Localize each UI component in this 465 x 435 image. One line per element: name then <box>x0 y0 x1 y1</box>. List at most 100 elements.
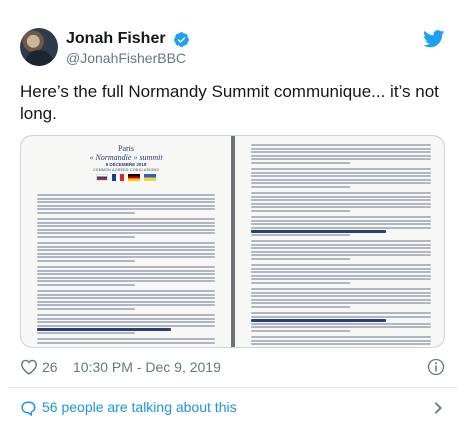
text-line <box>251 322 431 325</box>
text-line <box>37 276 215 279</box>
text-line <box>251 312 431 314</box>
text-line <box>251 247 431 250</box>
section-heading-line <box>37 328 171 331</box>
text-line <box>37 201 215 204</box>
text-line <box>37 266 215 268</box>
comment-icon <box>21 401 36 417</box>
text-line <box>251 168 431 170</box>
text-line <box>37 256 215 259</box>
author-display-name[interactable]: Jonah Fisher <box>66 30 166 48</box>
avatar[interactable] <box>20 28 58 66</box>
text-line <box>37 341 215 344</box>
text-line <box>37 212 135 214</box>
info-icon[interactable] <box>427 358 445 376</box>
text-line <box>37 273 215 276</box>
text-line <box>37 204 215 207</box>
text-line <box>37 242 215 244</box>
author-names[interactable]: Jonah Fisher @JonahFisherBBC <box>66 30 190 66</box>
text-line <box>251 175 431 178</box>
text-line <box>37 321 215 324</box>
heart-icon[interactable] <box>20 359 38 375</box>
communique-page-2 <box>235 136 444 347</box>
text-line <box>251 264 431 266</box>
text-line <box>37 236 135 238</box>
text-line <box>251 158 431 161</box>
text-line <box>37 225 215 228</box>
text-line <box>37 249 215 252</box>
text-line <box>251 171 431 174</box>
section-heading-line <box>251 230 386 233</box>
text-line <box>251 195 431 198</box>
text-line <box>37 232 215 235</box>
text-line <box>251 274 431 277</box>
text-line <box>251 254 431 257</box>
verified-badge-icon <box>174 31 189 47</box>
text-line <box>251 151 431 154</box>
text-line <box>251 147 431 150</box>
communique-body-text-lines <box>21 136 231 347</box>
text-line <box>251 199 431 202</box>
text-line <box>37 221 215 224</box>
text-line <box>251 282 350 284</box>
communique-body-text-lines <box>235 136 444 347</box>
text-line <box>251 186 350 188</box>
text-line <box>37 297 215 300</box>
text-line <box>37 194 215 196</box>
text-line <box>251 250 431 253</box>
text-line <box>251 326 431 329</box>
text-line <box>37 218 215 220</box>
text-line <box>251 295 431 298</box>
conversation-link[interactable]: 56 people are talking about this <box>0 388 465 428</box>
text-line <box>37 228 215 231</box>
text-line <box>251 243 431 246</box>
text-line <box>251 192 431 194</box>
text-line <box>37 280 215 283</box>
text-line <box>251 182 431 185</box>
twitter-bird-icon[interactable] <box>423 30 445 48</box>
text-line <box>251 144 431 146</box>
tweet-header: Jonah Fisher @JonahFisherBBC <box>20 28 445 70</box>
text-line <box>251 339 431 342</box>
text-line <box>251 240 431 242</box>
section-heading-line <box>251 319 386 322</box>
text-line <box>37 300 215 303</box>
talking-about-text: 56 people are talking about this <box>42 399 237 415</box>
text-line <box>37 293 215 296</box>
text-line <box>251 298 431 301</box>
text-line <box>251 291 431 294</box>
tweet-media-image[interactable]: Paris « Normandie » summit 9 DÉCEMBRE 20… <box>20 135 445 348</box>
author-handle[interactable]: @JonahFisherBBC <box>66 50 190 66</box>
text-line <box>37 269 215 272</box>
text-line <box>251 315 431 318</box>
tweet-timestamp[interactable]: 10:30 PM - Dec 9, 2019 <box>73 359 221 375</box>
text-line <box>251 223 431 226</box>
embedded-tweet: Jonah Fisher @JonahFisherBBC Here’s the … <box>0 0 465 435</box>
text-line <box>251 302 431 305</box>
text-line <box>251 258 350 260</box>
text-line <box>251 267 431 270</box>
text-line <box>37 290 215 292</box>
text-line <box>251 278 431 281</box>
communique-page-1: Paris « Normandie » summit 9 DÉCEMBRE 20… <box>21 136 231 347</box>
text-line <box>251 271 431 274</box>
text-line <box>251 202 431 205</box>
tweet-actions: 26 10:30 PM - Dec 9, 2019 <box>20 358 445 378</box>
text-line <box>251 234 350 236</box>
like-count: 26 <box>42 359 58 375</box>
text-line <box>37 338 215 340</box>
text-line <box>251 226 431 229</box>
tweet-text: Here’s the full Normandy Summit communiq… <box>20 82 439 123</box>
text-line <box>251 162 350 164</box>
text-line <box>37 208 215 211</box>
text-line <box>251 219 431 222</box>
text-line <box>37 308 135 310</box>
text-line <box>37 317 215 320</box>
text-line <box>37 284 135 286</box>
chevron-right-icon <box>434 402 442 414</box>
text-line <box>37 245 215 248</box>
text-line <box>37 197 215 200</box>
text-line <box>251 288 431 290</box>
text-line <box>37 260 135 262</box>
text-line <box>251 154 431 157</box>
text-line <box>251 178 431 181</box>
